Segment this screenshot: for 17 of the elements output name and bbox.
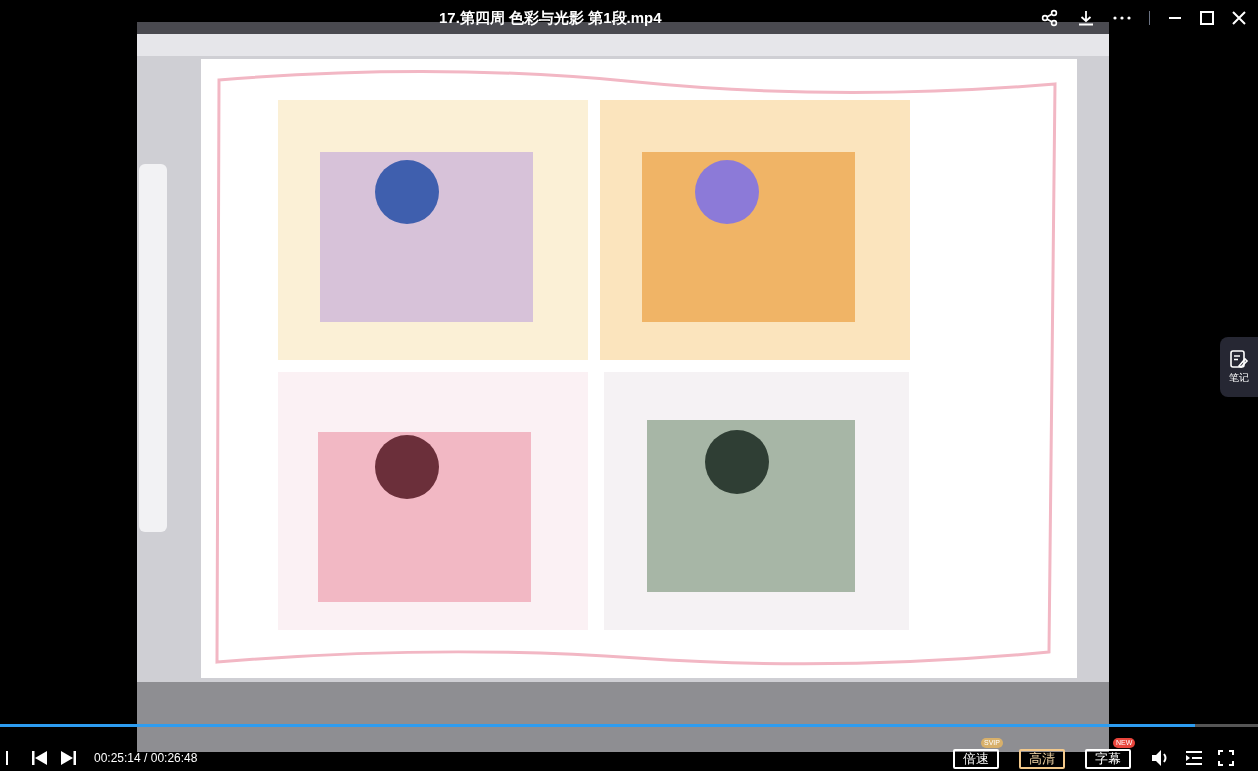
previous-icon[interactable] (32, 751, 48, 765)
video-title: 17.第四周 色彩与光影 第1段.mp4 (439, 7, 662, 28)
notes-panel[interactable]: 笔记 (1220, 337, 1258, 397)
note-icon (1229, 349, 1249, 369)
player-option-button[interactable]: 倍速 (953, 749, 999, 769)
close-icon[interactable] (1232, 11, 1246, 25)
more-icon[interactable] (1113, 15, 1131, 21)
download-icon[interactable] (1077, 9, 1095, 27)
time-display: 00:25:14 / 00:26:48 (94, 750, 198, 767)
maximize-icon[interactable] (1200, 11, 1214, 25)
next-icon[interactable] (60, 751, 76, 765)
playlist-icon[interactable] (1185, 750, 1203, 766)
notes-label: 笔记 (1229, 371, 1249, 385)
share-icon[interactable] (1041, 9, 1059, 27)
player-option-button[interactable]: 字幕 (1085, 749, 1131, 769)
player-option-button[interactable]: 高清 (1019, 749, 1065, 769)
fullscreen-icon[interactable] (1218, 750, 1234, 766)
